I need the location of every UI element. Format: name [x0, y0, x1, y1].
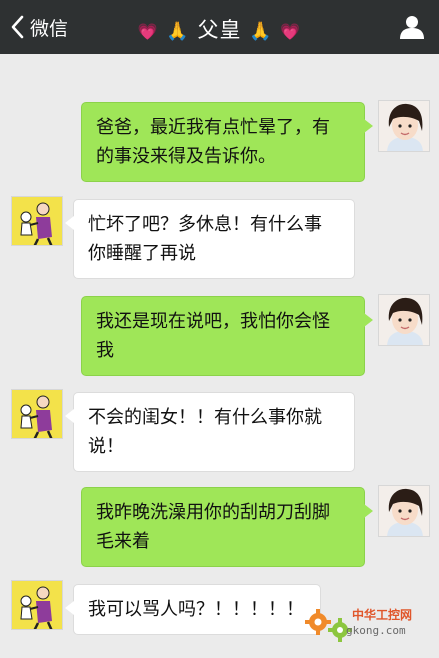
message-line: 你睡醒了再说 [88, 243, 196, 264]
message-line: 毛来着 [96, 531, 150, 552]
message-line: 不会的闺女！！有什么事你就 [88, 407, 322, 428]
message-line: 的事没来得及告诉你。 [96, 146, 276, 167]
watermark-url: gkong.com [346, 624, 406, 637]
my-avatar[interactable] [378, 100, 430, 152]
site-watermark: 中华工控网 gkong.com [300, 600, 435, 648]
heart-icon: 💗 [137, 22, 159, 41]
contact-avatar[interactable] [11, 389, 63, 439]
contact-avatar[interactable] [11, 580, 63, 630]
chat-title: 💗 🙏 父皇 🙏 💗 [0, 14, 439, 44]
chat-header: 微信 💗 🙏 父皇 🙏 💗 [0, 0, 439, 54]
message-line: 我 [96, 340, 114, 361]
message-bubble-received[interactable]: 不会的闺女！！有什么事你就 说！ [65, 392, 355, 472]
pray-icon: 🙏 [166, 21, 190, 42]
message-bubble-received[interactable]: 我可以骂人吗？！！！！！ [65, 584, 321, 635]
message-line: 我可以骂人吗？！！！！！ [88, 599, 304, 620]
contact-name: 父皇 [197, 18, 242, 42]
message-line: 我昨晚洗澡用你的刮胡刀刮脚 [96, 502, 330, 523]
heart-icon: 💗 [280, 22, 302, 41]
my-avatar[interactable] [378, 294, 430, 346]
message-bubble-sent[interactable]: 我昨晚洗澡用你的刮胡刀刮脚 毛来着 [81, 487, 373, 567]
contact-avatar[interactable] [11, 196, 63, 246]
message-bubble-sent[interactable]: 爸爸，最近我有点忙晕了，有 的事没来得及告诉你。 [81, 102, 373, 182]
my-avatar[interactable] [378, 485, 430, 537]
message-line: 我还是现在说吧，我怕你会怪 [96, 311, 330, 332]
message-line: 忙坏了吧？多休息！有什么事 [88, 214, 322, 235]
message-bubble-sent[interactable]: 我还是现在说吧，我怕你会怪 我 [81, 296, 373, 376]
message-line: 说！ [88, 436, 124, 457]
message-bubble-received[interactable]: 忙坏了吧？多休息！有什么事 你睡醒了再说 [65, 199, 355, 279]
pray-icon: 🙏 [249, 21, 273, 42]
message-line: 爸爸，最近我有点忙晕了，有 [96, 117, 330, 138]
person-icon[interactable] [399, 15, 425, 39]
watermark-title: 中华工控网 [352, 608, 413, 622]
